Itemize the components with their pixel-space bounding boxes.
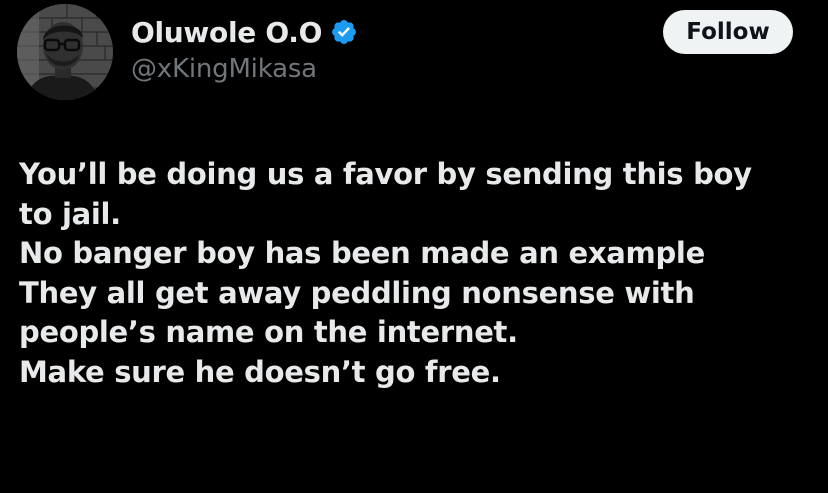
avatar[interactable] [17,4,113,100]
author-display-name[interactable]: Oluwole O.O [131,16,322,49]
tweet-text-line: They all get away peddling nonsense with [19,275,695,310]
tweet-text-line: people’s name on the internet. [19,315,518,349]
author-handle[interactable]: @xKingMikasa [131,54,317,84]
tweet-text-line: Make sure he doesn’t go free. [19,354,501,389]
tweet-text-line: No banger boy has been made an example [19,236,705,270]
follow-button[interactable]: Follow [663,10,793,54]
tweet-text: You’ll be doing us a favor by sending th… [19,155,819,392]
avatar-photo [17,4,113,100]
verified-badge-icon [330,18,358,46]
tweet-text-line: to jail. [19,196,121,231]
tweet-card: Oluwole O.O @xKingMikasa Follow You’ll b… [0,0,828,493]
author-name-row[interactable]: Oluwole O.O [131,12,358,52]
tweet-text-line: You’ll be doing us a favor by sending th… [19,157,752,191]
